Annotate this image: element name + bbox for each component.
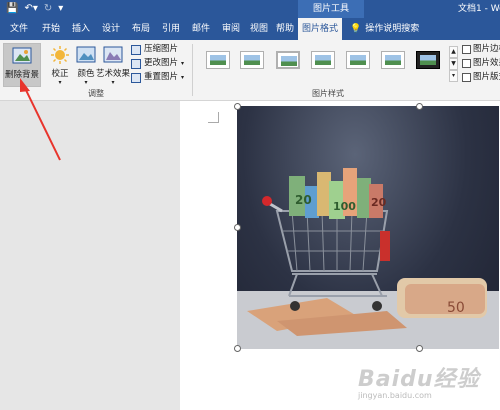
undo-icon[interactable]: ↶▾ bbox=[24, 2, 37, 16]
change-label: 更改图片 bbox=[144, 58, 179, 68]
reset-picture-icon bbox=[131, 72, 141, 83]
picture-style-thumb[interactable] bbox=[381, 51, 405, 69]
picture-layout-button[interactable]: 图片版式 bbox=[462, 71, 500, 84]
tab-design[interactable]: 设计 bbox=[98, 18, 124, 40]
svg-text:100: 100 bbox=[333, 200, 356, 213]
baidu-watermark: Baidu经验 jingyan.baidu.com bbox=[358, 361, 498, 401]
gallery-up-icon[interactable]: ▲ bbox=[449, 46, 458, 58]
resize-handle[interactable] bbox=[416, 103, 423, 110]
artistic-effects-label: 艺术效果 bbox=[95, 69, 130, 79]
reset-picture-button[interactable]: 重置图片 ▾ bbox=[131, 71, 184, 84]
watermark-url: jingyan.baidu.com bbox=[358, 391, 432, 400]
tell-me-search[interactable]: 💡 操作说明搜索 bbox=[350, 18, 419, 40]
compress-label: 压缩图片 bbox=[144, 44, 179, 54]
svg-text:20: 20 bbox=[371, 196, 387, 209]
change-picture-icon bbox=[131, 58, 141, 69]
artistic-effects-icon bbox=[103, 45, 123, 65]
tab-mailings[interactable]: 邮件 bbox=[188, 18, 214, 40]
contextual-tab-header: 图片工具 bbox=[298, 0, 364, 18]
gallery-down-icon[interactable]: ▼ bbox=[449, 58, 458, 70]
change-picture-button[interactable]: 更改图片 ▾ bbox=[131, 57, 184, 70]
svg-text:20: 20 bbox=[295, 193, 312, 207]
tab-layout[interactable]: 布局 bbox=[128, 18, 154, 40]
save-icon[interactable]: 💾 bbox=[6, 2, 18, 16]
tell-me-label: 操作说明搜索 bbox=[365, 24, 420, 34]
lightbulb-icon: 💡 bbox=[350, 24, 362, 34]
chevron-down-icon: ▾ bbox=[181, 74, 185, 81]
chevron-down-icon: ▾ bbox=[181, 60, 185, 67]
tab-insert[interactable]: 插入 bbox=[68, 18, 94, 40]
compress-icon bbox=[131, 44, 141, 55]
customize-qat-icon[interactable]: ▾ bbox=[58, 2, 63, 16]
resize-handle[interactable] bbox=[234, 345, 241, 352]
selected-picture[interactable]: 50 20 100 20 bbox=[237, 106, 499, 349]
resize-handle[interactable] bbox=[234, 103, 241, 110]
remove-background-button[interactable]: 删除背景 bbox=[3, 43, 41, 87]
layout-label: 图片版式 bbox=[473, 72, 500, 82]
picture-style-thumb[interactable] bbox=[206, 51, 230, 69]
artistic-effects-button[interactable]: 艺术效果 ▾ bbox=[94, 43, 132, 87]
picture-style-thumb[interactable] bbox=[240, 51, 264, 69]
margin-marker bbox=[208, 112, 219, 123]
picture-layout-icon bbox=[462, 73, 471, 82]
tab-picture-format[interactable]: 图片格式 bbox=[298, 18, 342, 40]
watermark-text: Baidu经验 bbox=[358, 367, 480, 392]
compress-pictures-button[interactable]: 压缩图片 bbox=[131, 43, 178, 56]
quick-access-toolbar: 💾 ↶▾ ↻ ▾ bbox=[6, 2, 63, 16]
remove-background-icon bbox=[12, 46, 32, 66]
reset-label: 重置图片 bbox=[144, 72, 179, 82]
picture-effects-icon bbox=[462, 59, 471, 68]
document-title: 文档1 - Wo bbox=[458, 4, 500, 14]
styles-group-label: 图片样式 bbox=[312, 89, 344, 98]
group-divider bbox=[192, 44, 193, 96]
tab-home[interactable]: 开始 bbox=[38, 18, 64, 40]
shopping-cart-money-image: 50 20 100 20 bbox=[237, 168, 499, 349]
picture-style-thumb[interactable] bbox=[346, 51, 370, 69]
picture-styles-gallery bbox=[198, 46, 448, 82]
picture-border-icon bbox=[462, 45, 471, 54]
title-bar: 💾 ↶▾ ↻ ▾ 图片工具 文档1 - Wo bbox=[0, 0, 500, 18]
tab-view[interactable]: 视图 bbox=[246, 18, 272, 40]
picture-effects-button[interactable]: 图片效果 bbox=[462, 57, 500, 70]
remove-background-label: 删除背景 bbox=[4, 70, 39, 80]
redo-icon[interactable]: ↻ bbox=[44, 2, 52, 16]
picture-style-thumb[interactable] bbox=[276, 51, 300, 69]
sun-icon bbox=[50, 45, 70, 65]
tab-review[interactable]: 审阅 bbox=[218, 18, 244, 40]
gallery-scroll[interactable]: ▲ ▼ ▾ bbox=[449, 46, 458, 82]
effects-label: 图片效果 bbox=[473, 58, 500, 68]
tab-references[interactable]: 引用 bbox=[158, 18, 184, 40]
ribbon-tab-row: 文件 开始 插入 设计 布局 引用 邮件 审阅 视图 帮助 图片格式 💡 操作说… bbox=[0, 18, 500, 40]
picture-style-thumb[interactable] bbox=[311, 51, 335, 69]
chevron-down-icon: ▾ bbox=[111, 79, 115, 86]
gallery-more-icon[interactable]: ▾ bbox=[449, 70, 458, 82]
tab-file[interactable]: 文件 bbox=[6, 18, 32, 40]
tab-help[interactable]: 帮助 bbox=[272, 18, 298, 40]
border-label: 图片边框 bbox=[473, 44, 500, 54]
ribbon: 删除背景 校正 ▾ 颜色 ▾ 艺术效果 ▾ 压缩图片 更改图片 ▾ 重置图片 ▾… bbox=[0, 40, 500, 101]
svg-text:50: 50 bbox=[447, 300, 465, 316]
resize-handle[interactable] bbox=[416, 345, 423, 352]
picture-color-icon bbox=[76, 45, 96, 65]
resize-handle[interactable] bbox=[234, 224, 241, 231]
adjust-group-label: 调整 bbox=[88, 89, 104, 98]
picture-border-button[interactable]: 图片边框 bbox=[462, 43, 500, 56]
picture-style-thumb[interactable] bbox=[416, 51, 440, 69]
